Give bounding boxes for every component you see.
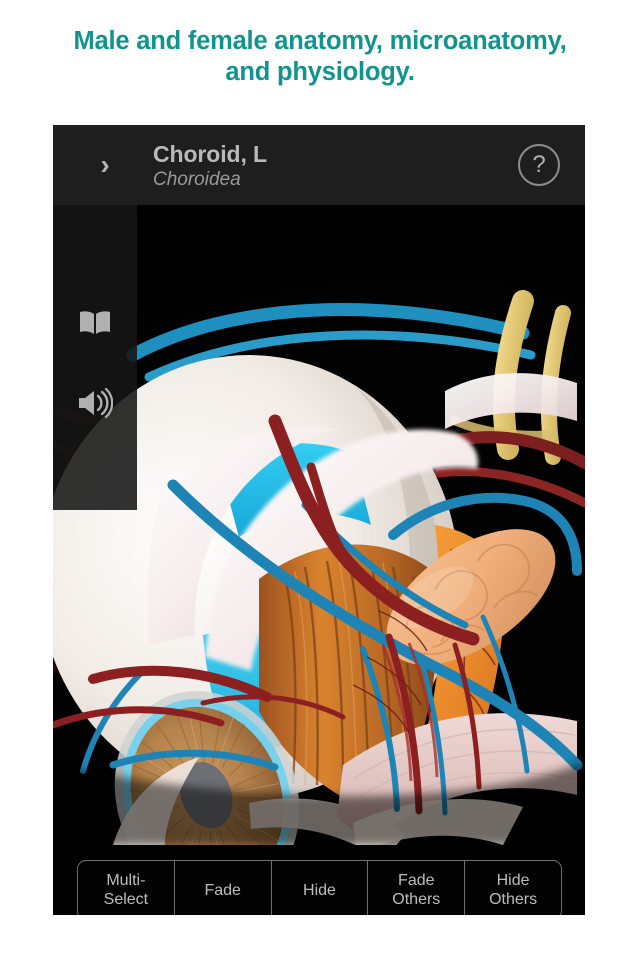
page-title: Choroid, L xyxy=(153,141,267,167)
headline-line-1: Male and female anatomy, microanatomy, xyxy=(73,27,567,55)
book-icon xyxy=(78,310,112,341)
page-subtitle: Choroidea xyxy=(153,169,241,190)
action-bar: Multi- Select Fade Hide Fade Others Hide… xyxy=(77,860,562,915)
chevron-right-icon[interactable]: › xyxy=(87,147,123,183)
headline-line-2: and physiology. xyxy=(225,58,415,86)
titlebar: › Choroid, L Choroidea ? xyxy=(53,125,585,205)
multi-select-button[interactable]: Multi- Select xyxy=(78,861,175,915)
app-window: › Choroid, L Choroidea ? Multi- Select F… xyxy=(53,125,585,915)
pronunciation-button[interactable] xyxy=(71,381,119,429)
speaker-icon xyxy=(77,387,114,423)
fade-button[interactable]: Fade xyxy=(175,861,272,915)
anatomy-3d-viewport[interactable] xyxy=(53,205,585,845)
fade-others-button[interactable]: Fade Others xyxy=(368,861,466,915)
tool-panel xyxy=(53,205,137,510)
title-block: Choroid, L Choroidea xyxy=(153,141,483,192)
definition-button[interactable] xyxy=(71,301,119,349)
hide-button[interactable]: Hide xyxy=(272,861,369,915)
page-headline: Male and female anatomy, microanatomy, a… xyxy=(0,26,640,88)
hide-others-button[interactable]: Hide Others xyxy=(465,861,561,915)
help-icon[interactable]: ? xyxy=(518,144,560,186)
